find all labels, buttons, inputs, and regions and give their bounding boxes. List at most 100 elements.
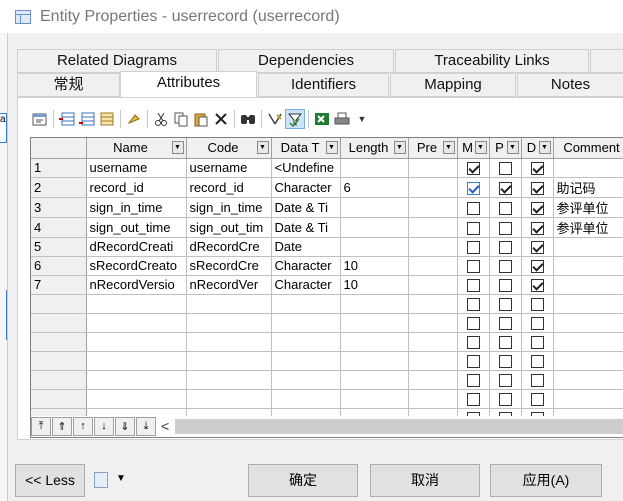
name-cell[interactable] — [86, 313, 187, 333]
table-row[interactable]: 3 sign_in_time sign_in_time Date & Ti 参评单位 — [31, 197, 623, 218]
tab-traceability-links[interactable]: Traceability Links — [395, 49, 589, 73]
data-type-cell[interactable]: Character — [271, 275, 341, 295]
tab-identifiers[interactable]: Identifiers — [258, 73, 389, 97]
add-attributes-icon[interactable] — [97, 109, 117, 129]
primary-cell[interactable] — [489, 177, 522, 198]
checkbox[interactable] — [530, 336, 544, 350]
checkbox[interactable] — [466, 355, 480, 369]
print-icon[interactable] — [332, 109, 352, 129]
precision-cell[interactable] — [408, 237, 458, 257]
move-page-up-icon[interactable]: ⇑ — [52, 416, 72, 436]
checkbox[interactable] — [498, 260, 512, 274]
add-row-icon[interactable] — [77, 109, 97, 129]
mandatory-cell[interactable] — [457, 217, 490, 238]
data-type-cell[interactable] — [271, 370, 341, 390]
checkbox[interactable] — [466, 393, 480, 407]
checkbox[interactable] — [498, 298, 512, 312]
properties-icon[interactable] — [30, 109, 50, 129]
displayed-cell[interactable] — [521, 389, 554, 409]
mandatory-cell[interactable] — [457, 389, 490, 409]
checkbox[interactable] — [530, 317, 544, 331]
displayed-cell[interactable] — [521, 313, 554, 333]
menu-icon[interactable] — [94, 472, 108, 488]
length-cell[interactable] — [340, 351, 409, 371]
mandatory-cell[interactable] — [457, 158, 490, 178]
find-icon[interactable] — [238, 109, 258, 129]
precision-cell[interactable] — [408, 389, 458, 409]
checkbox[interactable] — [466, 241, 480, 255]
tab-dependencies[interactable]: Dependencies — [218, 49, 394, 73]
displayed-cell[interactable] — [521, 237, 554, 257]
tab-related-diagrams[interactable]: Related Diagrams — [17, 49, 217, 73]
move-bottom-icon[interactable]: ⤓ — [136, 416, 156, 436]
comment-cell[interactable] — [553, 351, 623, 371]
comment-cell[interactable] — [553, 158, 623, 178]
primary-cell[interactable] — [489, 351, 522, 371]
code-cell[interactable]: sign_in_time — [186, 197, 272, 218]
checkbox[interactable] — [498, 221, 512, 235]
code-cell[interactable] — [186, 351, 272, 371]
checkbox[interactable] — [466, 317, 480, 331]
name-cell[interactable]: sRecordCreato — [86, 256, 187, 276]
precision-cell[interactable] — [408, 294, 458, 314]
copy-icon[interactable] — [171, 109, 191, 129]
cancel-button[interactable]: 取消 — [370, 464, 480, 497]
column-header-code[interactable]: Code ▼ — [186, 138, 272, 159]
checkbox[interactable] — [530, 241, 544, 255]
table-row[interactable] — [31, 294, 623, 314]
length-cell[interactable]: 10 — [340, 256, 409, 276]
length-cell[interactable] — [340, 197, 409, 218]
code-cell[interactable] — [186, 294, 272, 314]
checkbox[interactable] — [498, 181, 512, 195]
move-up-icon[interactable]: ↑ — [73, 416, 93, 436]
checkbox[interactable] — [466, 181, 480, 195]
primary-cell[interactable] — [489, 158, 522, 178]
comment-cell[interactable] — [553, 389, 623, 409]
length-cell[interactable] — [340, 332, 409, 352]
table-row[interactable] — [31, 389, 623, 409]
name-cell[interactable]: nRecordVersio — [86, 275, 187, 295]
checkbox[interactable] — [530, 279, 544, 293]
table-row[interactable] — [31, 351, 623, 371]
column-header-length[interactable]: Length ▼ — [340, 138, 409, 159]
menu-dropdown-icon[interactable]: ▼ — [116, 473, 126, 484]
table-row[interactable]: 6 sRecordCreato sRecordCre Character 10 — [31, 256, 623, 276]
row-number-cell[interactable] — [31, 332, 87, 352]
row-number-cell[interactable]: 1 — [31, 158, 87, 178]
column-filter-dropdown-icon[interactable]: ▼ — [506, 141, 519, 154]
mandatory-cell[interactable] — [457, 313, 490, 333]
table-row[interactable] — [31, 370, 623, 390]
table-row[interactable]: 5 dRecordCreati dRecordCre Date — [31, 237, 623, 257]
data-type-cell[interactable] — [271, 332, 341, 352]
code-cell[interactable] — [186, 313, 272, 333]
primary-cell[interactable] — [489, 332, 522, 352]
displayed-cell[interactable] — [521, 197, 554, 218]
checkbox[interactable] — [530, 393, 544, 407]
column-header-precision[interactable]: Pre ▼ — [408, 138, 458, 159]
column-filter-dropdown-icon[interactable]: ▼ — [256, 141, 269, 154]
checkbox[interactable] — [466, 260, 480, 274]
data-type-cell[interactable]: Date & Ti — [271, 217, 341, 238]
code-cell[interactable]: sRecordCre — [186, 256, 272, 276]
comment-cell[interactable] — [553, 370, 623, 390]
checkbox[interactable] — [498, 201, 512, 215]
checkbox[interactable] — [530, 221, 544, 235]
precision-cell[interactable] — [408, 217, 458, 238]
comment-cell[interactable] — [553, 237, 623, 257]
precision-cell[interactable] — [408, 256, 458, 276]
table-row[interactable]: 1 username username <Undefine — [31, 158, 623, 178]
less-button[interactable]: << Less — [15, 464, 85, 497]
column-filter-dropdown-icon[interactable]: ▼ — [474, 141, 487, 154]
precision-cell[interactable] — [408, 332, 458, 352]
displayed-cell[interactable] — [521, 275, 554, 295]
checkbox[interactable] — [466, 298, 480, 312]
displayed-cell[interactable] — [521, 370, 554, 390]
primary-cell[interactable] — [489, 256, 522, 276]
name-cell[interactable] — [86, 332, 187, 352]
checkbox[interactable] — [530, 201, 544, 215]
precision-cell[interactable] — [408, 177, 458, 198]
row-number-cell[interactable] — [31, 389, 87, 409]
name-cell[interactable]: sign_in_time — [86, 197, 187, 218]
code-cell[interactable]: dRecordCre — [186, 237, 272, 257]
precision-cell[interactable] — [408, 197, 458, 218]
